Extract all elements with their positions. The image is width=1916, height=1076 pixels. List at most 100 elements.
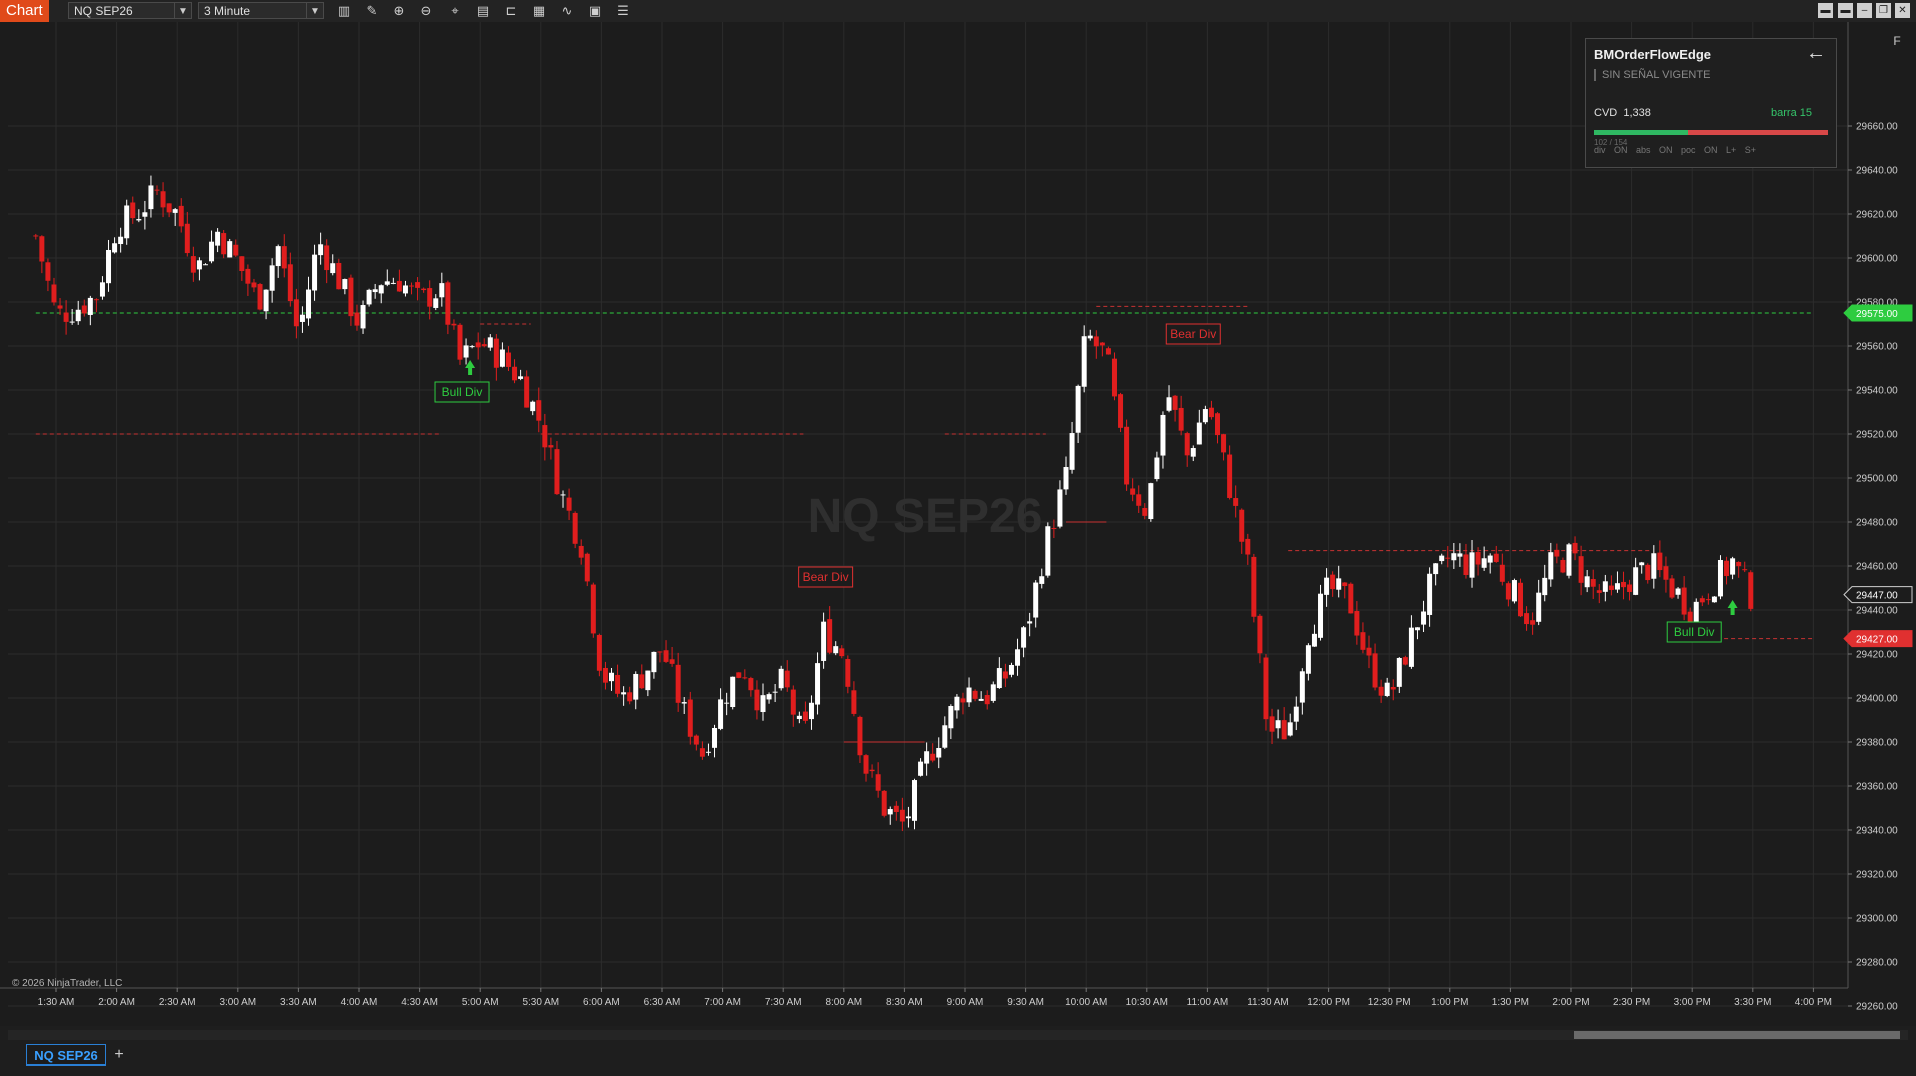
strategies-icon[interactable]: ▣	[587, 3, 603, 19]
cvd-value: 1,338	[1623, 107, 1651, 119]
chart-menu-button[interactable]: Chart	[0, 0, 49, 22]
candle-body	[172, 209, 178, 213]
candle-body	[57, 305, 63, 309]
templates-icon[interactable]: ☰	[615, 3, 631, 19]
candle-body	[675, 664, 681, 703]
candle-body	[1524, 613, 1530, 625]
price-tick-label: 29300.00	[1856, 914, 1898, 925]
scrollbar-thumb[interactable]	[1574, 1031, 1900, 1039]
instrument-selector[interactable]: NQ SEP26 ▼	[68, 2, 192, 19]
candle-body	[681, 702, 687, 704]
time-tick-label: 3:00 PM	[1674, 997, 1711, 1008]
candle-body	[730, 676, 736, 708]
candle-body	[493, 338, 499, 368]
candle-body	[833, 646, 839, 654]
bar-style-icon[interactable]: ▥	[336, 3, 352, 19]
chevron-down-icon[interactable]: ▼	[306, 3, 323, 18]
candle-body	[1511, 580, 1517, 602]
candle-body	[1499, 564, 1505, 582]
candle-body	[621, 692, 627, 695]
candle-body	[1505, 583, 1511, 600]
candle-body	[1657, 552, 1663, 571]
candle-body	[1251, 556, 1257, 617]
chevron-down-icon[interactable]: ▼	[174, 3, 191, 18]
delta-ratio-bar	[1594, 130, 1828, 135]
candle-body	[348, 277, 354, 317]
candle-body	[1124, 426, 1130, 485]
candle-body	[1445, 557, 1451, 559]
candle-body	[1160, 414, 1166, 456]
candle-body	[160, 191, 166, 208]
candle-body	[1675, 588, 1681, 595]
close-icon[interactable]: ✕	[1895, 3, 1910, 18]
tile-icon[interactable]: ▬	[1818, 3, 1833, 18]
candle-body	[705, 751, 711, 753]
candle-body	[1687, 611, 1693, 623]
properties-icon[interactable]: ▤	[475, 3, 491, 19]
price-marker-red-text: 29427.00	[1856, 635, 1898, 646]
candle-body	[893, 805, 899, 812]
candle-body	[1530, 620, 1536, 625]
price-tick-label: 29560.00	[1856, 342, 1898, 353]
minimize-icon[interactable]: –	[1857, 3, 1872, 18]
candle-body	[742, 677, 748, 679]
candle-body	[1596, 590, 1602, 593]
candle-body	[566, 497, 572, 511]
candle-body	[712, 727, 718, 748]
candle-body	[184, 223, 190, 254]
candle-body	[1111, 358, 1117, 397]
candle-body	[1027, 621, 1033, 624]
time-tick-label: 4:00 PM	[1795, 997, 1832, 1008]
candle-body	[718, 699, 724, 729]
drawing-tools-icon[interactable]: ✎	[364, 3, 380, 19]
candle-body	[869, 769, 875, 772]
candle-body	[1154, 457, 1160, 480]
candle-body	[657, 651, 663, 653]
zoom-out-icon[interactable]: ⊖	[418, 3, 434, 19]
candle-body	[1639, 562, 1645, 566]
price-tick-label: 29340.00	[1856, 826, 1898, 837]
candle-body	[99, 282, 105, 297]
price-chart[interactable]: NQ SEP26 Bull Div Bear Div Bear Div Bull Di…	[0, 22, 1916, 1026]
candle-body	[378, 285, 384, 294]
candle-body	[530, 401, 536, 412]
restore-icon[interactable]: ❐	[1876, 3, 1891, 18]
chart-trader-icon[interactable]: ⊏	[503, 3, 519, 19]
candle-body	[469, 346, 475, 348]
candle-body	[215, 231, 221, 246]
price-tick-label: 29260.00	[1856, 1002, 1898, 1013]
indicators-icon[interactable]: ∿	[559, 3, 575, 19]
crosshair-icon[interactable]: ⌖	[447, 3, 463, 19]
candle-body	[330, 263, 336, 274]
tab-nq-sep26[interactable]: NQ SEP26	[26, 1044, 106, 1066]
candle-body	[451, 323, 457, 326]
time-tick-label: 1:00 PM	[1431, 997, 1468, 1008]
zoom-in-icon[interactable]: ⊕	[391, 3, 407, 19]
candle-body	[263, 289, 269, 312]
candle-body	[481, 344, 487, 347]
candle-body	[63, 312, 69, 322]
candle-body	[1414, 627, 1420, 631]
axis-corner-label[interactable]: F	[1890, 33, 1904, 49]
add-tab-button[interactable]: +	[110, 1044, 128, 1066]
candle-body	[766, 694, 772, 700]
price-tick-label: 29420.00	[1856, 650, 1898, 661]
candle-body	[1433, 563, 1439, 575]
tile-alt-icon[interactable]: ▬	[1838, 3, 1853, 18]
time-tick-label: 1:30 PM	[1492, 997, 1529, 1008]
candle-body	[651, 651, 657, 673]
bar-count: barra 15	[1771, 107, 1812, 119]
candle-body	[312, 254, 318, 291]
candle-body	[554, 449, 560, 495]
candle-body	[275, 246, 281, 267]
toolbar: Chart NQ SEP26 ▼ 3 Minute ▼ ▥ ✎ ⊕ ⊖ ⌖ ▤ …	[0, 0, 1916, 23]
interval-selector[interactable]: 3 Minute ▼	[198, 2, 324, 19]
candle-body	[912, 780, 917, 821]
candle-body	[130, 202, 136, 219]
candle-body	[1275, 720, 1281, 729]
data-box-icon[interactable]: ▦	[531, 3, 547, 19]
arrow-left-icon[interactable]: ←	[1806, 42, 1826, 65]
candle-body	[954, 696, 960, 711]
candle-body	[1742, 569, 1748, 571]
candle-body	[1463, 554, 1469, 576]
